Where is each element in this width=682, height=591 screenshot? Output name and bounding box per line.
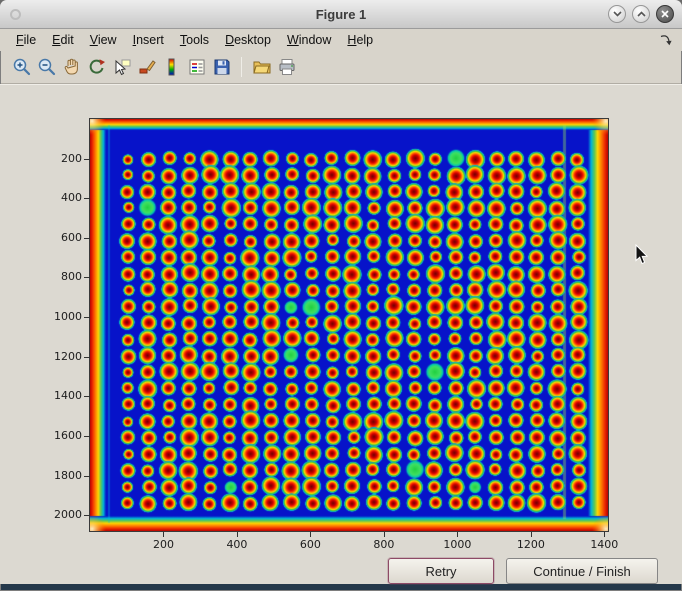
retry-button[interactable]: Retry xyxy=(388,558,494,584)
x-axis-tick-label: 800 xyxy=(360,538,408,551)
save-button[interactable] xyxy=(210,55,233,79)
y-axis-tick-label: 2000 xyxy=(2,508,82,521)
heatmap-image[interactable] xyxy=(90,119,608,531)
print-button[interactable] xyxy=(275,55,298,79)
figure-toolbar xyxy=(0,51,682,84)
y-axis-tick xyxy=(84,476,90,477)
y-axis-tick xyxy=(84,198,90,199)
print-icon xyxy=(277,57,297,77)
menu-item-file[interactable]: File xyxy=(8,31,44,49)
y-axis-tick xyxy=(84,159,90,160)
x-axis-tick-label: 600 xyxy=(286,538,334,551)
legend-icon xyxy=(187,57,207,77)
window-controls xyxy=(608,5,674,23)
data-cursor-button[interactable] xyxy=(110,55,133,79)
x-axis-tick-label: 400 xyxy=(213,538,261,551)
x-axis-tick xyxy=(163,532,164,537)
y-axis-tick xyxy=(84,396,90,397)
y-axis-tick-label: 1200 xyxy=(2,350,82,363)
legend-button[interactable] xyxy=(185,55,208,79)
y-axis-tick-label: 800 xyxy=(2,270,82,283)
open-folder-icon xyxy=(252,57,272,77)
pan-button[interactable] xyxy=(60,55,83,79)
open-button[interactable] xyxy=(250,55,273,79)
y-axis-tick-label: 400 xyxy=(2,191,82,204)
y-axis-tick-label: 200 xyxy=(2,152,82,165)
save-icon xyxy=(212,57,232,77)
menu-item-help[interactable]: Help xyxy=(339,31,381,49)
brush-button[interactable] xyxy=(135,55,158,79)
continue-finish-button[interactable]: Continue / Finish xyxy=(506,558,658,584)
window-title: Figure 1 xyxy=(0,7,682,22)
close-icon xyxy=(661,10,669,18)
brush-icon xyxy=(137,57,157,77)
colorbar-icon xyxy=(162,57,182,77)
x-axis-tick xyxy=(237,532,238,537)
rotate-3d-icon xyxy=(87,57,107,77)
x-axis-tick xyxy=(604,532,605,537)
data-cursor-icon xyxy=(112,57,132,77)
pan-hand-icon xyxy=(62,57,82,77)
zoom-out-icon xyxy=(37,57,57,77)
x-axis-tick-label: 1000 xyxy=(433,538,481,551)
rotate-3d-button[interactable] xyxy=(85,55,108,79)
colorbar-button[interactable] xyxy=(160,55,183,79)
zoom-out-button[interactable] xyxy=(35,55,58,79)
figure-canvas-area: Retry Continue / Finish 200 400 600 800 1000… xyxy=(0,84,682,584)
figure-window: Figure 1 FileEditViewInsertToolsDesktopW… xyxy=(0,0,682,591)
x-axis-tick xyxy=(384,532,385,537)
y-axis-tick-label: 1600 xyxy=(2,429,82,442)
menu-item-desktop[interactable]: Desktop xyxy=(217,31,279,49)
titlebar[interactable]: Figure 1 xyxy=(0,0,682,29)
y-axis-tick-label: 1800 xyxy=(2,469,82,482)
zoom-in-button[interactable] xyxy=(10,55,33,79)
x-axis-tick xyxy=(457,532,458,537)
zoom-in-icon xyxy=(12,57,32,77)
x-axis-tick-label: 1200 xyxy=(507,538,555,551)
menu-item-tools[interactable]: Tools xyxy=(172,31,217,49)
x-axis-tick xyxy=(531,532,532,537)
undock-icon[interactable] xyxy=(659,33,673,50)
toolbar-separator xyxy=(241,57,242,77)
menubar: FileEditViewInsertToolsDesktopWindowHelp xyxy=(0,29,682,51)
chevron-down-icon xyxy=(613,11,622,17)
menu-item-insert[interactable]: Insert xyxy=(125,31,172,49)
y-axis-tick xyxy=(84,317,90,318)
maximize-button[interactable] xyxy=(632,5,650,23)
menu-item-edit[interactable]: Edit xyxy=(44,31,82,49)
y-axis-tick-label: 600 xyxy=(2,231,82,244)
x-axis-tick-label: 1400 xyxy=(580,538,628,551)
y-axis-tick-label: 1000 xyxy=(2,310,82,323)
minimize-button[interactable] xyxy=(608,5,626,23)
y-axis-tick xyxy=(84,277,90,278)
menu-item-view[interactable]: View xyxy=(82,31,125,49)
y-axis-tick-label: 1400 xyxy=(2,389,82,402)
x-axis-tick xyxy=(310,532,311,537)
close-button[interactable] xyxy=(656,5,674,23)
y-axis-tick xyxy=(84,515,90,516)
y-axis-tick xyxy=(84,238,90,239)
x-axis-tick-label: 200 xyxy=(139,538,187,551)
chevron-up-icon xyxy=(637,11,646,17)
y-axis-tick xyxy=(84,436,90,437)
menu-item-window[interactable]: Window xyxy=(279,31,339,49)
y-axis-tick xyxy=(84,357,90,358)
window-bottom-edge xyxy=(0,584,682,591)
